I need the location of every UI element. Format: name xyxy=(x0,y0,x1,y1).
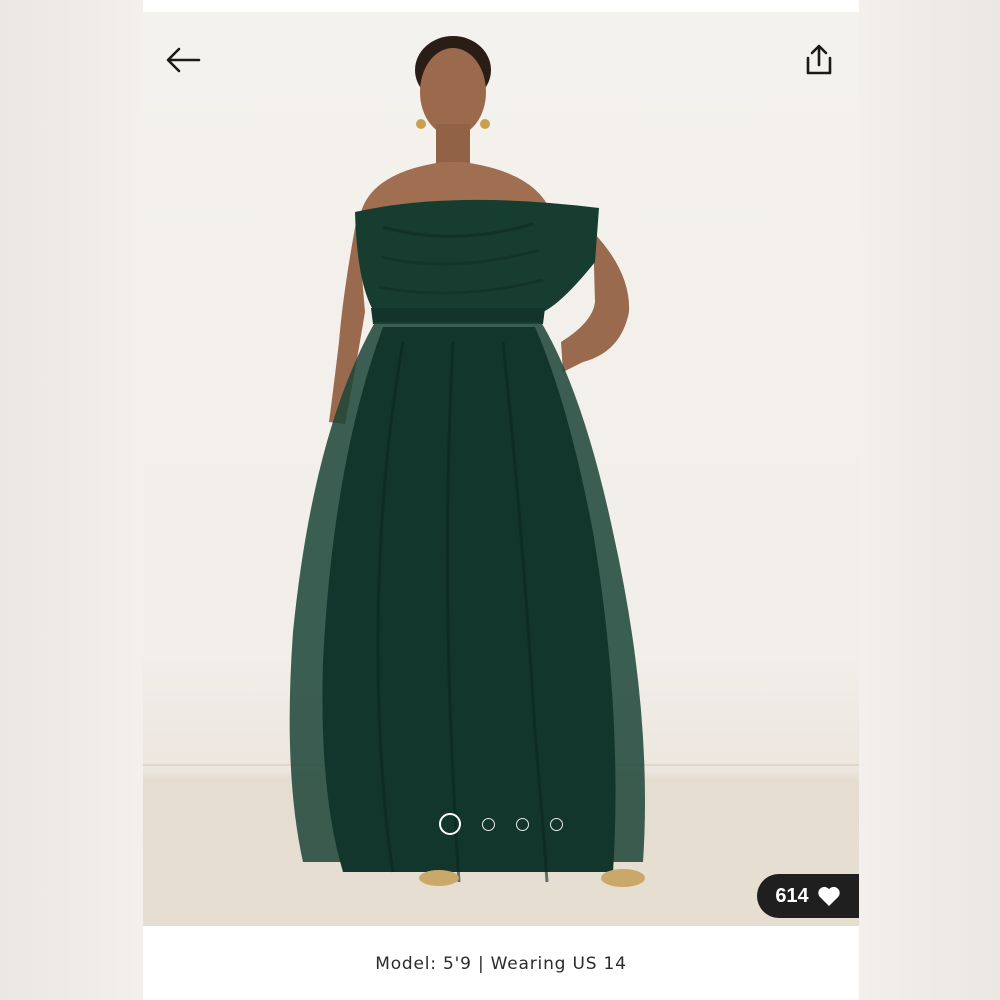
back-button[interactable] xyxy=(159,36,207,84)
share-upload-icon xyxy=(806,44,832,75)
model-illustration xyxy=(289,36,645,887)
carousel-dot-3[interactable] xyxy=(516,817,529,831)
heart-icon xyxy=(818,886,840,906)
carousel-dot-1[interactable] xyxy=(439,813,461,835)
likes-count: 614 xyxy=(775,884,809,907)
carousel-dot-2[interactable] xyxy=(482,817,495,831)
likes-button[interactable]: 614 xyxy=(757,874,859,918)
arrow-left-icon xyxy=(166,47,201,73)
carousel-indicator xyxy=(439,812,563,836)
product-screen: 614 Model: 5'9 | Wearing US 14 xyxy=(143,0,859,1000)
share-button[interactable] xyxy=(795,36,843,84)
model-size-caption: Model: 5'9 | Wearing US 14 xyxy=(375,954,627,974)
product-photo[interactable]: 614 xyxy=(143,12,859,926)
carousel-dot-4[interactable] xyxy=(550,817,563,831)
